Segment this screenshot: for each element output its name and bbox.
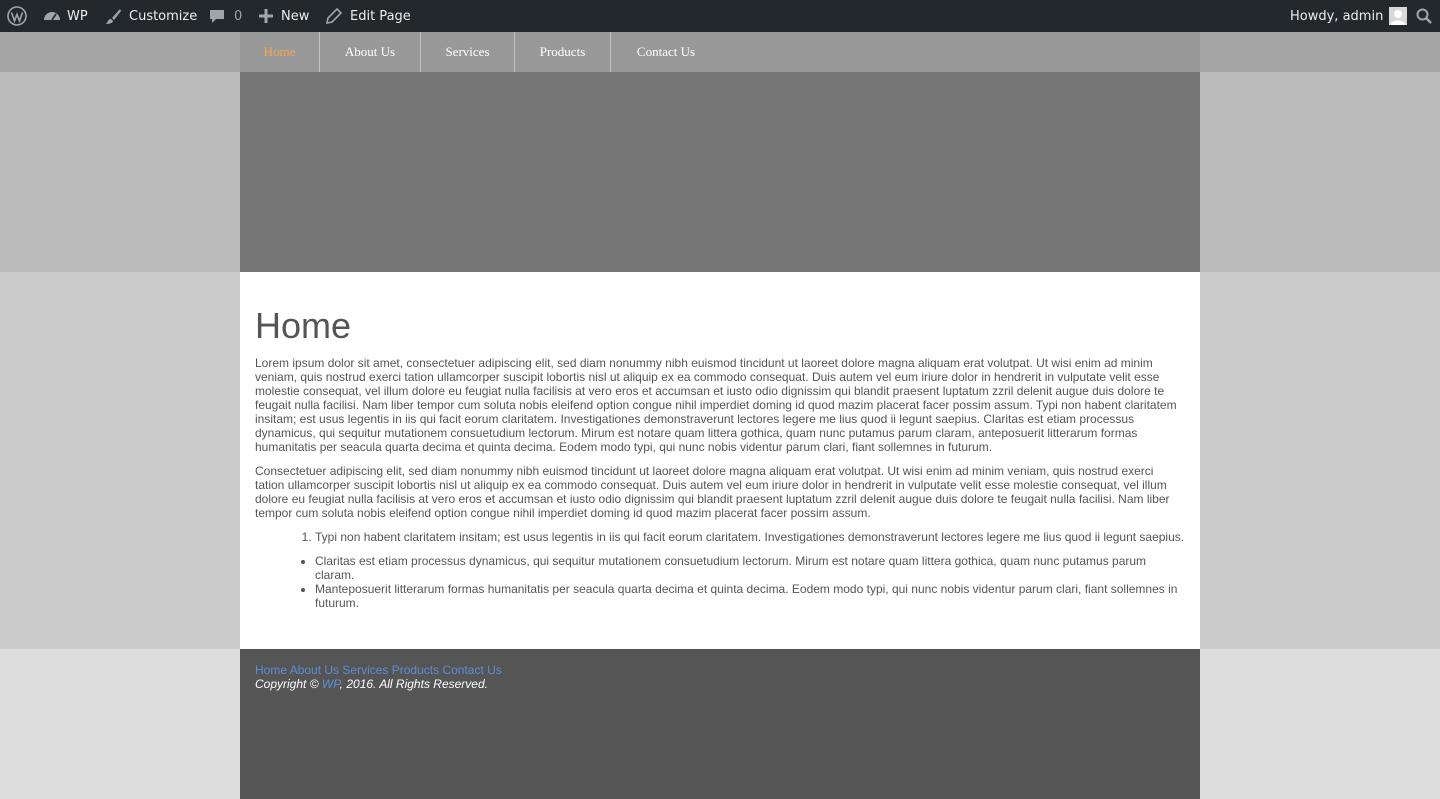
footer-link-about-us[interactable]: About Us <box>290 663 339 677</box>
footer-links: Home About Us Services Products Contact … <box>255 663 1185 677</box>
page-content: Home Lorem ipsum dolor sit amet, consect… <box>240 272 1200 649</box>
avatar <box>1389 7 1408 25</box>
header-image-area <box>240 72 1200 272</box>
footer-link-products[interactable]: Products <box>392 663 439 677</box>
brush-icon <box>105 8 122 25</box>
bullet-list: Claritas est etiam processus dynamicus, … <box>315 554 1185 610</box>
site-name-link[interactable]: WP <box>43 0 88 32</box>
main-navigation: Home About Us Services Products Contact … <box>240 32 1200 72</box>
site-footer: Home About Us Services Products Contact … <box>240 649 1200 799</box>
comment-icon <box>209 8 225 24</box>
plus-icon <box>259 9 273 23</box>
footer-link-services[interactable]: Services <box>342 663 388 677</box>
ordered-list: Typi non habent claritatem insitam; est … <box>315 530 1185 544</box>
customize-link[interactable]: Customize <box>105 0 197 32</box>
nav-item-about-us[interactable]: About Us <box>320 32 421 72</box>
comments-link[interactable]: 0 <box>209 0 242 32</box>
nav-item-home[interactable]: Home <box>240 32 320 72</box>
pencil-icon <box>326 8 342 24</box>
copyright: Copyright © WP, 2016. All Rights Reserve… <box>255 677 1185 691</box>
list-item: Claritas est etiam processus dynamicus, … <box>315 554 1185 582</box>
dashboard-icon <box>43 8 61 24</box>
comments-count: 0 <box>234 8 243 24</box>
paragraph-2: Consectetuer adipiscing elit, sed diam n… <box>255 464 1170 520</box>
new-label: New <box>281 8 310 24</box>
howdy-label: Howdy, admin <box>1290 8 1384 24</box>
customize-label: Customize <box>129 8 198 24</box>
copyright-prefix: Copyright © <box>255 677 322 691</box>
edit-page-link[interactable]: Edit Page <box>326 0 411 32</box>
list-item: Typi non habent claritatem insitam; est … <box>315 530 1185 544</box>
footer-link-home[interactable]: Home <box>255 663 287 677</box>
admin-bar: WP Customize 0 New Edit Page Howdy, admi… <box>0 0 1440 32</box>
page-title: Home <box>255 305 352 346</box>
footer-link-contact-us[interactable]: Contact Us <box>442 663 501 677</box>
nav-item-contact-us[interactable]: Contact Us <box>611 32 721 72</box>
site-name-label: WP <box>67 8 88 24</box>
edit-page-label: Edit Page <box>350 8 411 24</box>
paragraph-1: Lorem ipsum dolor sit amet, consectetuer… <box>255 356 1177 454</box>
new-content-link[interactable]: New <box>259 0 309 32</box>
copyright-site-link[interactable]: WP <box>322 677 340 691</box>
copyright-suffix: , 2016. All Rights Reserved. <box>339 677 488 691</box>
list-item: Manteposuerit litterarum formas humanita… <box>315 582 1185 610</box>
wordpress-logo-icon[interactable] <box>7 0 27 32</box>
nav-item-services[interactable]: Services <box>421 32 515 72</box>
search-icon[interactable] <box>1416 0 1432 32</box>
nav-item-products[interactable]: Products <box>515 32 611 72</box>
my-account-link[interactable]: Howdy, admin <box>1290 0 1408 32</box>
